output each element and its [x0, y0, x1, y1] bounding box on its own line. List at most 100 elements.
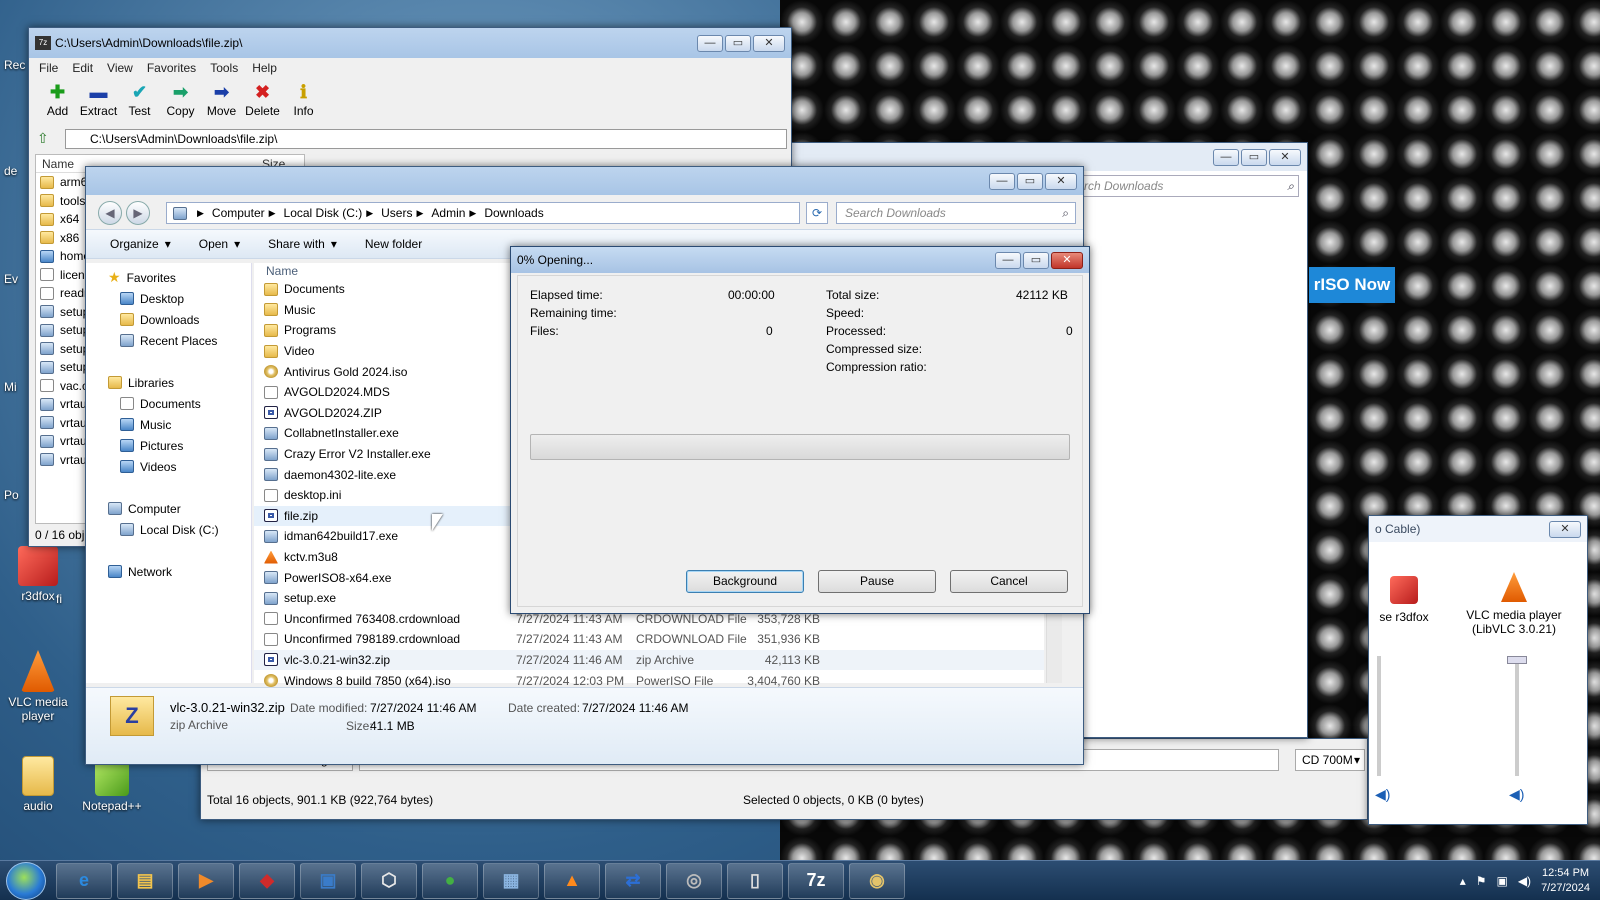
breadcrumb[interactable]: ▶ Computer ▶ Local Disk (C:) ▶ Users ▶ Admin ▶ Do…	[166, 202, 800, 224]
minimize-button[interactable]: —	[1213, 148, 1239, 166]
toolbar-new-folder[interactable]: New folder	[365, 237, 422, 251]
file-row[interactable]: Unconfirmed 798189.crdownload 7/27/2024 1…	[254, 629, 1044, 650]
volume-slider[interactable]	[1377, 656, 1381, 776]
taskbar-ie[interactable]: e	[56, 862, 112, 899]
menu-help[interactable]: Help	[252, 61, 277, 75]
breadcrumb-arrow-icon[interactable]: ▶	[416, 208, 423, 219]
nav-item-local-disk-c-[interactable]: Local Disk (C:)	[108, 519, 251, 540]
breadcrumb-item[interactable]: Computer	[212, 206, 265, 220]
close-button[interactable]: ✕	[1045, 172, 1077, 190]
poweriso-search[interactable]: rch Downloads ⌕	[1079, 175, 1299, 197]
toolbar-open[interactable]: Open ▾	[199, 237, 240, 251]
sevenzip-address-bar[interactable]: C:\Users\Admin\Downloads\file.zip\	[65, 129, 787, 149]
breadcrumb-arrow-icon[interactable]: ▶	[469, 208, 476, 219]
mixer-close-button[interactable]: ✕	[1549, 520, 1581, 538]
taskbar-vlc[interactable]: ▲	[544, 862, 600, 899]
menu-edit[interactable]: Edit	[72, 61, 93, 75]
desktop-icon-f[interactable]: fi	[44, 592, 74, 606]
forward-button[interactable]: ▶	[126, 201, 150, 225]
clock[interactable]: 12:54 PM 7/27/2024	[1541, 866, 1590, 896]
taskbar-control-panel[interactable]: ▦	[483, 862, 539, 899]
up-folder-icon[interactable]: ⇧	[37, 130, 49, 147]
minimize-button[interactable]: —	[995, 251, 1021, 269]
speaker-icon[interactable]: ◀)	[1509, 786, 1524, 803]
maximize-button[interactable]: ▭	[1017, 172, 1043, 190]
buy-now-button[interactable]: rISO Now	[1309, 267, 1395, 303]
background-button[interactable]: Background	[686, 570, 804, 593]
breadcrumb-item[interactable]: Users	[381, 206, 412, 220]
nav-item-network[interactable]: Network	[108, 561, 251, 582]
nav-label: Network	[128, 564, 173, 579]
maximize-button[interactable]: ▭	[1241, 148, 1267, 166]
menu-favorites[interactable]: Favorites	[147, 61, 196, 75]
taskbar-explorer[interactable]: ▤	[117, 862, 173, 899]
menu-tools[interactable]: Tools	[210, 61, 238, 75]
breadcrumb-arrow-icon[interactable]: ▶	[366, 208, 373, 219]
breadcrumb-arrow-icon[interactable]: ▶	[197, 208, 204, 219]
breadcrumb-item[interactable]: Downloads	[484, 206, 543, 220]
media-size-select[interactable]: CD 700M ▾	[1295, 749, 1365, 771]
taskbar-app12[interactable]: ▯	[727, 862, 783, 899]
move-button[interactable]: ➡ Move	[201, 78, 242, 124]
test-button[interactable]: ✔ Test	[119, 78, 160, 124]
disc-tool-icon: ◎	[686, 870, 702, 890]
minimize-button[interactable]: —	[989, 172, 1015, 190]
close-button[interactable]: ✕	[1051, 251, 1083, 269]
taskbar-7zip[interactable]: 7z	[788, 862, 844, 899]
minimize-button[interactable]: —	[697, 34, 723, 52]
nav-item-libraries[interactable]: Libraries	[108, 372, 251, 393]
breadcrumb-item[interactable]: Local Disk (C:)	[284, 206, 363, 220]
toolbar-share-with[interactable]: Share with ▾	[268, 237, 337, 251]
volume-icon[interactable]: ◀)	[1518, 874, 1531, 888]
pause-button[interactable]: Pause	[818, 570, 936, 593]
nav-item-desktop[interactable]: Desktop	[108, 288, 251, 309]
explorer-search[interactable]: Search Downloads ⌕	[836, 202, 1076, 224]
info-button[interactable]: ℹ Info	[283, 78, 324, 124]
flag-icon[interactable]: ⚑	[1476, 874, 1487, 888]
taskbar-r3dfox[interactable]: ◆	[239, 862, 295, 899]
exe-icon	[40, 360, 54, 374]
cancel-button[interactable]: Cancel	[950, 570, 1068, 593]
network-icon[interactable]: ▣	[1496, 874, 1507, 888]
nav-item-pictures[interactable]: Pictures	[108, 435, 251, 456]
menu-file[interactable]: File	[39, 61, 58, 75]
taskbar-media-player[interactable]: ▶	[178, 862, 234, 899]
nav-item-recent-places[interactable]: Recent Places	[108, 330, 251, 351]
nav-item-videos[interactable]: Videos	[108, 456, 251, 477]
taskbar-app6[interactable]: ⬡	[361, 862, 417, 899]
desktop-icon-vlc[interactable]: VLC media player	[2, 650, 74, 723]
nav-item-music[interactable]: Music	[108, 414, 251, 435]
menu-view[interactable]: View	[107, 61, 133, 75]
nav-item-favorites[interactable]: ★ Favorites	[108, 267, 251, 288]
breadcrumb-item[interactable]: Admin	[431, 206, 465, 220]
maximize-button[interactable]: ▭	[725, 34, 751, 52]
nav-item-computer[interactable]: Computer	[108, 498, 251, 519]
desktop-icon-audio[interactable]: audio	[2, 756, 74, 813]
tray-up-arrow-icon[interactable]: ▴	[1460, 874, 1466, 888]
breadcrumb-arrow-icon[interactable]: ▶	[269, 208, 276, 219]
start-button[interactable]	[6, 861, 46, 900]
file-name: kctv.m3u8	[284, 550, 338, 565]
taskbar-globe[interactable]: ●	[422, 862, 478, 899]
slider-thumb[interactable]	[1507, 656, 1527, 664]
delete-button[interactable]: ✖ Delete	[242, 78, 283, 124]
refresh-button[interactable]: ⟳	[806, 202, 828, 224]
close-button[interactable]: ✕	[1269, 148, 1301, 166]
toolbar-label: New folder	[364, 237, 423, 251]
nav-item-downloads[interactable]: Downloads	[108, 309, 251, 330]
file-row[interactable]: vlc-3.0.21-win32.zip 7/27/2024 11:46 AM zi…	[254, 649, 1044, 671]
extract-button[interactable]: ▬ Extract	[78, 78, 119, 124]
copy-button[interactable]: ➡ Copy	[160, 78, 201, 124]
taskbar-poweriso[interactable]: ◉	[849, 862, 905, 899]
add-button[interactable]: ✚ Add	[37, 78, 78, 124]
taskbar-idm[interactable]: ⇄	[605, 862, 661, 899]
toolbar-organize[interactable]: Organize ▾	[110, 237, 171, 251]
nav-item-documents[interactable]: Documents	[108, 393, 251, 414]
taskbar-app5[interactable]: ▣	[300, 862, 356, 899]
maximize-button[interactable]: ▭	[1023, 251, 1049, 269]
close-button[interactable]: ✕	[753, 34, 785, 52]
back-button[interactable]: ◀	[98, 201, 122, 225]
volume-slider[interactable]	[1507, 656, 1527, 776]
speaker-icon[interactable]: ◀)	[1375, 786, 1390, 803]
taskbar-disc-tool[interactable]: ◎	[666, 862, 722, 899]
